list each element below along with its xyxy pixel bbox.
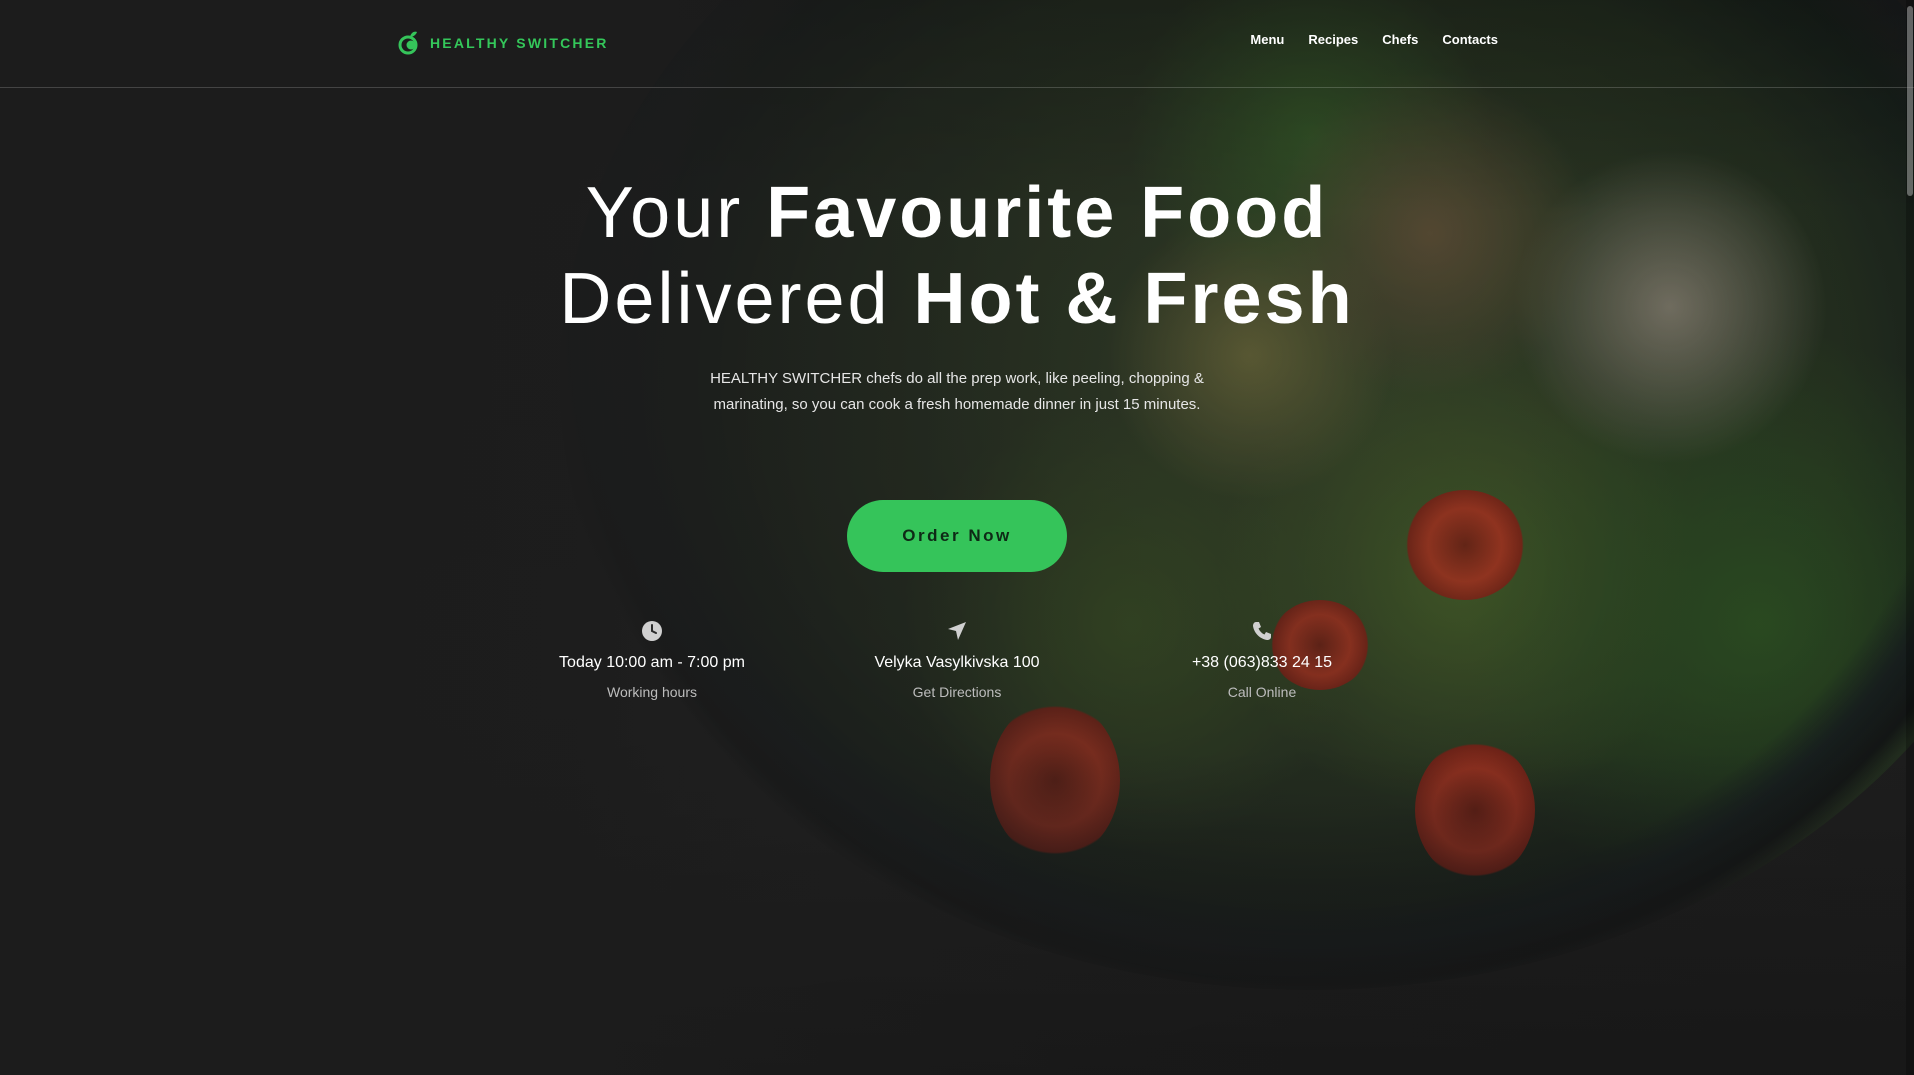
get-directions-link[interactable]: Get Directions [805,684,1110,700]
location-arrow-icon [948,622,966,640]
main-nav: Menu Recipes Chefs Contacts [1250,32,1498,47]
working-hours-item: Today 10:00 am - 7:00 pm Working hours [500,620,805,700]
nav-link-chefs[interactable]: Chefs [1382,32,1418,47]
order-now-button[interactable]: Order Now [847,500,1067,572]
brand-logo[interactable]: HEALTHY SWITCHER [396,30,609,56]
working-hours-value: Today 10:00 am - 7:00 pm [559,654,745,671]
hero-title-light: Delivered [559,259,914,339]
hero-title-light: Your [585,173,767,253]
hero-title-bold: Hot & Fresh [913,259,1355,339]
scrollbar-thumb[interactable] [1907,6,1913,196]
clock-icon [642,621,662,641]
address-item: Velyka Vasylkivska 100 Get Directions [805,620,1110,700]
contact-info-row: Today 10:00 am - 7:00 pm Working hours V… [0,620,1914,700]
hero-title-bold: Favourite Food [766,173,1329,253]
page-scrollbar[interactable] [1906,0,1914,1075]
address-value: Velyka Vasylkivska 100 [874,654,1040,671]
site-header: HEALTHY SWITCHER Menu Recipes Chefs Cont… [0,0,1914,88]
hero-title: Your Favourite Food Delivered Hot & Fres… [0,170,1914,342]
brand-name: HEALTHY SWITCHER [430,35,609,51]
phone-value: +38 (063)833 24 15 [1191,654,1333,671]
hero-subtitle: HEALTHY SWITCHER chefs do all the prep w… [710,370,1204,413]
working-hours-label: Working hours [606,684,697,700]
call-online-link[interactable]: Call Online [1110,684,1415,700]
hero-section: Your Favourite Food Delivered Hot & Fres… [0,170,1914,572]
nav-link-menu[interactable]: Menu [1250,32,1284,47]
nav-link-contacts[interactable]: Contacts [1442,32,1498,47]
phone-item: +38 (063)833 24 15 Call Online [1110,620,1415,700]
apple-leaf-icon [398,31,418,55]
phone-icon [1253,622,1271,640]
nav-link-recipes[interactable]: Recipes [1308,32,1358,47]
landing-page: HEALTHY SWITCHER Menu Recipes Chefs Cont… [0,0,1914,1075]
